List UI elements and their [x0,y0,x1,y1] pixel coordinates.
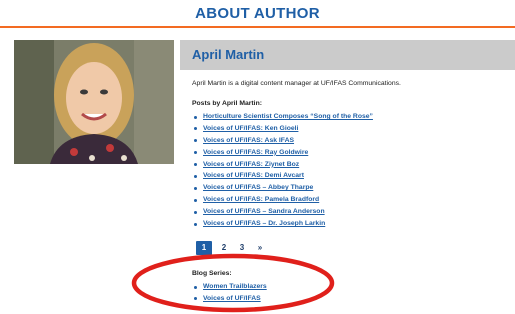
post-link[interactable]: Voices of UF/IFAS – Abbey Tharpe [203,184,313,191]
author-bio: April Martin is a digital content manage… [192,80,401,87]
post-link[interactable]: Voices of UF/IFAS – Dr. Joseph Larkin [203,220,325,227]
post-link[interactable]: Voices of UF/IFAS: Ray Goldwire [203,149,308,156]
page-3-button[interactable]: 3 [236,241,248,255]
list-item: Voices of UF/IFAS – Abbey Tharpe [192,182,373,194]
post-link[interactable]: Voices of UF/IFAS: Demi Avcart [203,172,304,179]
list-item: Voices of UF/IFAS: Ray Goldwire [192,147,373,159]
list-item: Voices of UF/IFAS: Pamela Bradford [192,194,373,206]
author-name-bar: April Martin [180,40,515,70]
posts-list: Horticulture Scientist Composes “Song of… [192,111,373,230]
post-link[interactable]: Voices of UF/IFAS: Ziynet Boz [203,161,299,168]
title-divider [0,26,515,28]
page-2-button[interactable]: 2 [218,241,230,255]
list-item: Voices of UF/IFAS: Ken Gioeli [192,123,373,135]
list-item: Voices of UF/IFAS: Ask IFAS [192,135,373,147]
list-item: Horticulture Scientist Composes “Song of… [192,111,373,123]
list-item: Women Trailblazers [192,281,267,293]
list-item: Voices of UF/IFAS [192,293,267,305]
post-link[interactable]: Voices of UF/IFAS: Ask IFAS [203,137,294,144]
list-item: Voices of UF/IFAS – Sandra Anderson [192,206,373,218]
post-link[interactable]: Voices of UF/IFAS: Pamela Bradford [203,196,319,203]
page-title: ABOUT AUTHOR [195,5,320,22]
list-item: Voices of UF/IFAS: Demi Avcart [192,170,373,182]
post-link[interactable]: Horticulture Scientist Composes “Song of… [203,113,373,120]
pagination: 1 2 3 » [196,240,266,256]
series-link-voices-of-ufifas[interactable]: Voices of UF/IFAS [203,295,261,302]
series-link-women-trailblazers[interactable]: Women Trailblazers [203,283,267,290]
post-link[interactable]: Voices of UF/IFAS – Sandra Anderson [203,208,325,215]
page-1-button[interactable]: 1 [196,241,212,255]
next-page-icon[interactable]: » [254,241,266,255]
list-item: Voices of UF/IFAS – Dr. Joseph Larkin [192,218,373,230]
list-item: Voices of UF/IFAS: Ziynet Boz [192,159,373,171]
posts-heading: Posts by April Martin: [192,100,262,107]
author-name: April Martin [192,47,265,62]
author-photo [14,40,174,164]
post-link[interactable]: Voices of UF/IFAS: Ken Gioeli [203,125,298,132]
blog-series-list: Women Trailblazers Voices of UF/IFAS [192,281,267,305]
blog-series-heading: Blog Series: [192,270,232,277]
